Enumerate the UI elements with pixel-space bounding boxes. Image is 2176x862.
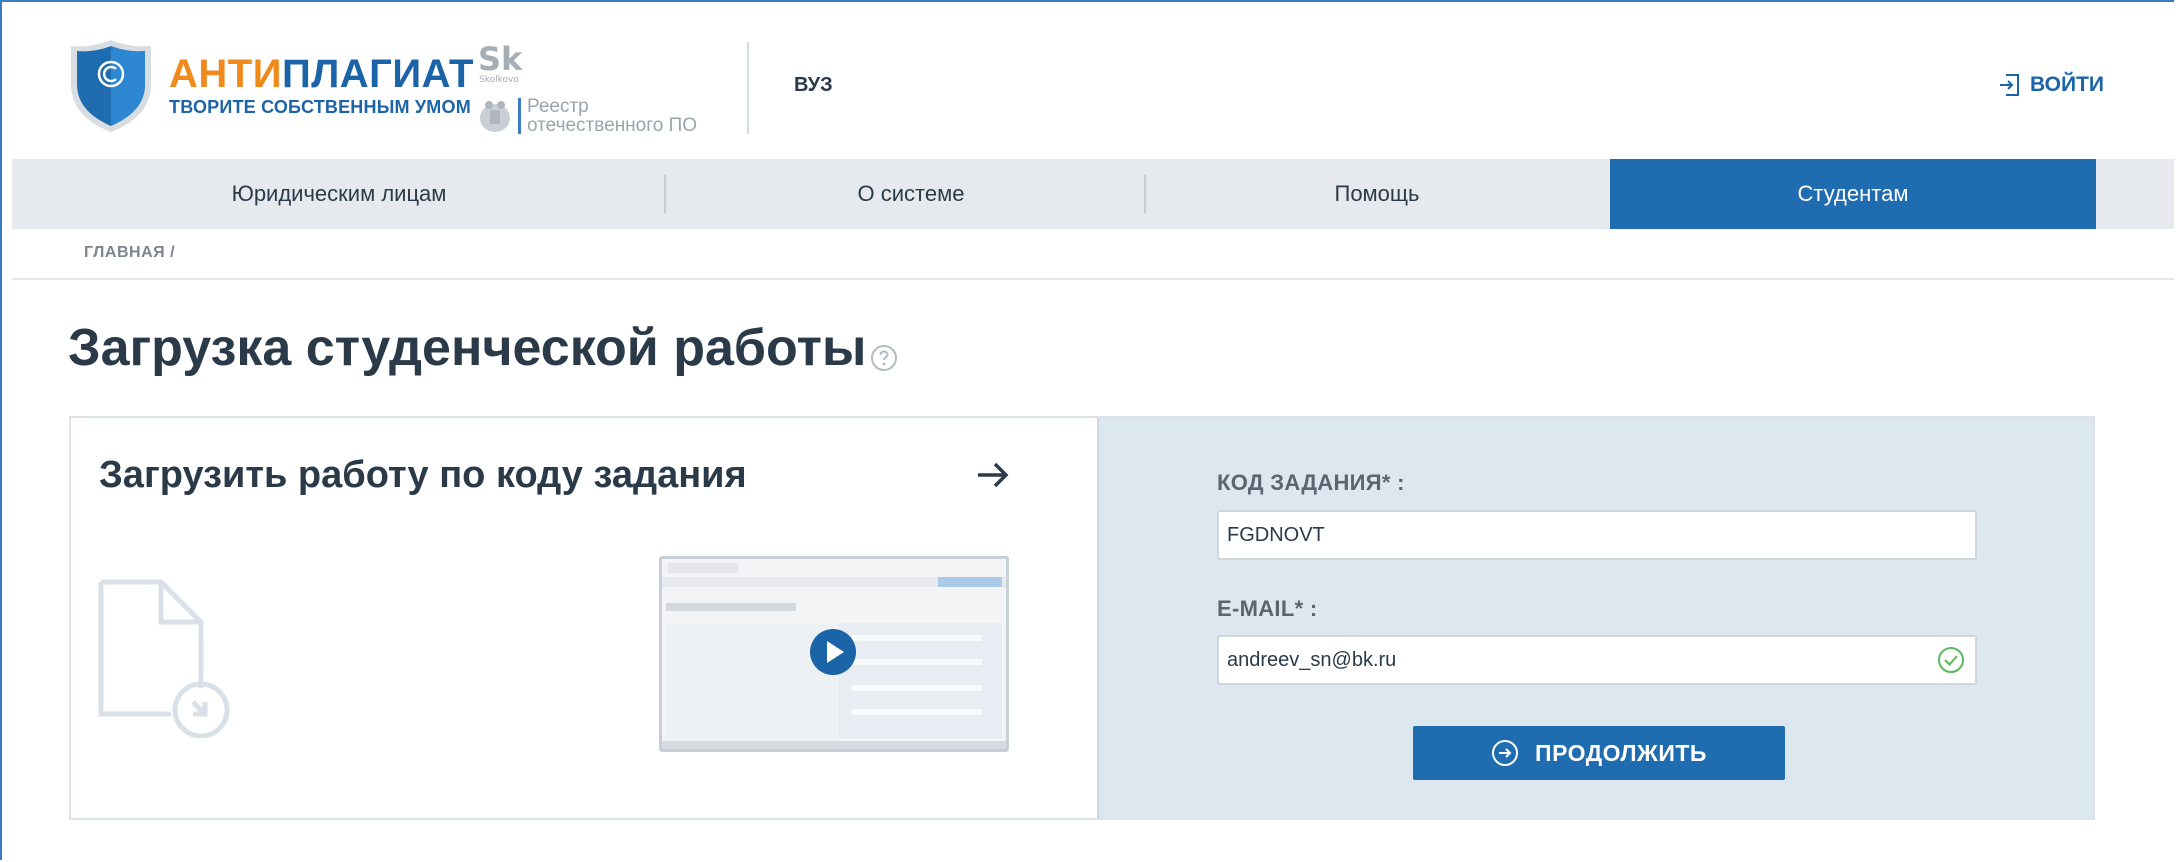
- shield-logo-icon[interactable]: [68, 38, 154, 134]
- task-code-input[interactable]: [1217, 510, 1977, 560]
- upload-info-panel: Загрузить работу по коду задания: [71, 418, 1097, 818]
- question-circle-icon[interactable]: [870, 344, 898, 372]
- nav-item-label: Юридическим лицам: [231, 181, 447, 206]
- continue-label: ПРОДОЛЖИТЬ: [1535, 739, 1707, 766]
- arrow-right-icon[interactable]: [975, 458, 1011, 492]
- brand-name: АНТИПЛАГИАТ: [169, 52, 474, 96]
- task-code-label: КОД ЗАДАНИЯ* :: [1217, 470, 1405, 495]
- header-divider: [747, 42, 749, 134]
- upload-form-panel: КОД ЗАДАНИЯ* : E-MAIL* : ПРОДОЛЖИТЬ: [1097, 418, 2093, 818]
- skolkovo-logo: Sk Skolkovo: [478, 40, 523, 84]
- breadcrumb[interactable]: ГЛАВНАЯ /: [84, 244, 175, 262]
- nav-item-students[interactable]: Студентам: [1610, 159, 2096, 229]
- login-link[interactable]: ВОЙТИ: [1998, 72, 2104, 98]
- eagle-emblem-icon: [480, 101, 510, 132]
- reestr-text: Реестр отечественного ПО: [527, 97, 697, 135]
- brand-slogan: ТВОРИТЕ СОБСТВЕННЫМ УМОМ: [169, 97, 471, 117]
- brand-name-plagiat: ПЛАГИАТ: [281, 52, 474, 96]
- skolkovo-logo-text: Sk: [478, 40, 523, 78]
- divider: [12, 278, 2174, 280]
- play-button[interactable]: [810, 629, 856, 675]
- nav-item-help[interactable]: Помощь: [1146, 159, 1608, 229]
- tutorial-video-thumbnail[interactable]: [659, 556, 1009, 752]
- play-icon: [827, 641, 844, 663]
- check-circle-icon: [1938, 647, 1964, 673]
- document-upload-icon: [98, 579, 230, 738]
- nav-item-about[interactable]: О системе: [666, 159, 1156, 229]
- nav-item-label: Студентам: [1797, 181, 1909, 206]
- main-nav: Юридическим лицам О системе Помощь Студе…: [12, 159, 2174, 229]
- reestr-badge: Реестр отечественного ПО: [478, 94, 697, 138]
- nav-item-label: О системе: [857, 181, 965, 206]
- brand-name-anti: АНТИ: [169, 52, 282, 96]
- email-input[interactable]: [1217, 635, 1977, 685]
- nav-item-label: Помощь: [1334, 181, 1420, 206]
- reestr-line1: Реестр: [527, 96, 589, 117]
- reestr-line2: отечественного ПО: [527, 115, 698, 136]
- arrow-circle-right-icon: [1492, 740, 1519, 766]
- card-title: Загрузить работу по коду задания: [99, 454, 747, 496]
- continue-button[interactable]: ПРОДОЛЖИТЬ: [1413, 726, 1785, 780]
- brand[interactable]: АНТИПЛАГИАТ ТВОРИТЕ СОБСТВЕННЫМ УМОМ: [169, 52, 474, 118]
- upload-card: Загрузить работу по коду задания КОД ЗАД…: [69, 416, 2095, 820]
- site-header: АНТИПЛАГИАТ ТВОРИТЕ СОБСТВЕННЫМ УМОМ Sk …: [12, 2, 2174, 159]
- email-label: E-MAIL* :: [1217, 596, 1318, 621]
- skolkovo-logo-subtext: Skolkovo: [479, 75, 519, 84]
- login-label: ВОЙТИ: [2030, 73, 2104, 96]
- login-icon: [2000, 74, 2019, 96]
- section-label: ВУЗ: [794, 74, 833, 96]
- page-title-text: Загрузка студенческой работы: [68, 319, 867, 377]
- page-title: Загрузка студенческой работы: [68, 318, 898, 378]
- nav-item-legal-entities[interactable]: Юридическим лицам: [12, 159, 666, 229]
- reestr-divider: [518, 98, 521, 134]
